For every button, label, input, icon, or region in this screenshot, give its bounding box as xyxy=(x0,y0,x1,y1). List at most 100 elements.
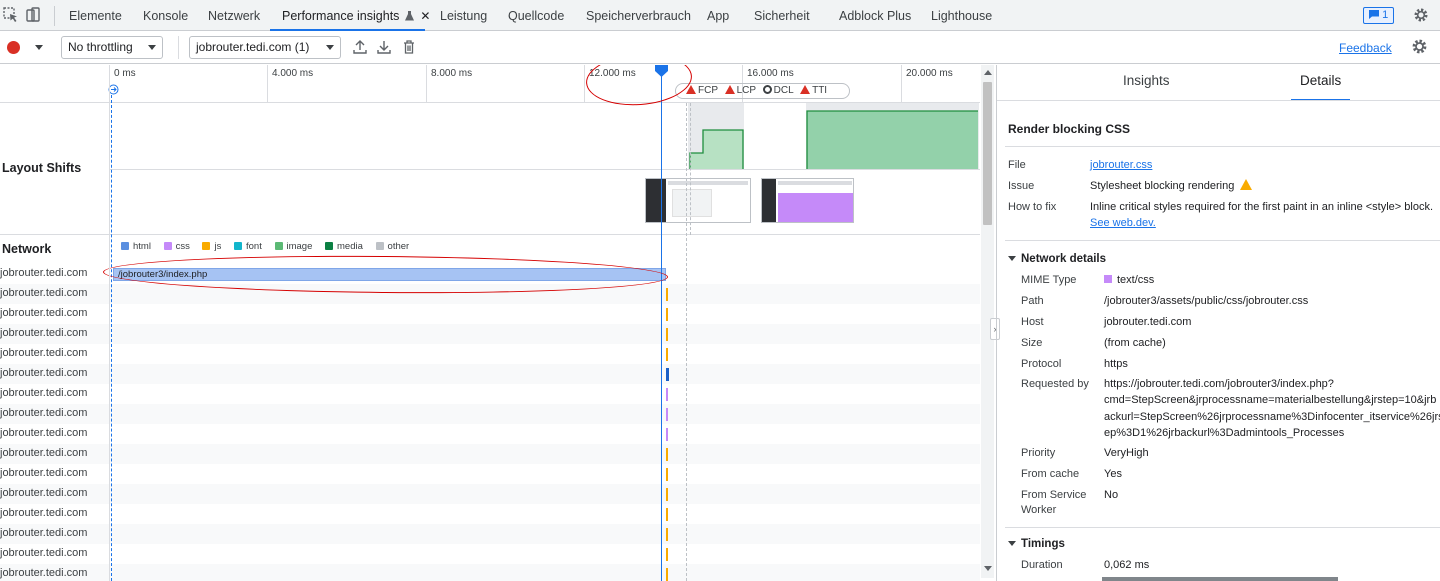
request-tick[interactable] xyxy=(666,428,668,441)
layout-shifts-track[interactable] xyxy=(0,103,980,235)
tab-insights[interactable]: Insights xyxy=(1123,65,1170,101)
table-row[interactable]: jobrouter.tedi.com xyxy=(0,524,980,544)
time-ruler[interactable]: 0 ms 4.000 ms 8.000 ms 12.000 ms 16.000 … xyxy=(0,65,980,103)
from-cache-value: Yes xyxy=(1104,468,1122,480)
performance-toolbar: No throttling jobrouter.tedi.com (1) Fee… xyxy=(0,31,1440,64)
table-row[interactable]: jobrouter.tedi.com xyxy=(0,464,980,484)
request-tick[interactable] xyxy=(666,368,669,381)
layout-shift-chart[interactable] xyxy=(688,103,980,169)
close-tab-icon[interactable]: ✕ xyxy=(420,9,430,23)
timeline-panel[interactable]: 0 ms 4.000 ms 8.000 ms 12.000 ms 16.000 … xyxy=(0,65,995,581)
settings-gear-icon[interactable] xyxy=(1413,7,1429,23)
legend-label: font xyxy=(246,241,262,252)
legend-item-other: other xyxy=(375,241,410,252)
request-tick[interactable] xyxy=(666,488,668,501)
table-row[interactable]: jobrouter.tedi.com xyxy=(0,504,980,524)
service-worker-label: From Service xyxy=(1021,489,1087,501)
fcp-label: FCP xyxy=(698,85,718,96)
table-row[interactable]: jobrouter.tedi.com xyxy=(0,344,980,364)
record-options-chevron-icon[interactable] xyxy=(35,45,43,50)
request-tick[interactable] xyxy=(666,408,668,421)
host-value: jobrouter.tedi.com xyxy=(1104,316,1192,328)
record-button[interactable] xyxy=(7,41,20,54)
request-tick[interactable] xyxy=(666,528,668,541)
tab-adblock-plus[interactable]: Adblock Plus xyxy=(839,0,911,31)
table-row[interactable]: jobrouter.tedi.com xyxy=(0,444,980,464)
sidebar-tab-divider xyxy=(997,100,1440,101)
legend-label: html xyxy=(133,241,151,252)
filmstrip-thumbnail[interactable] xyxy=(761,178,854,223)
ruler-tick: 20.000 ms xyxy=(901,65,953,103)
table-row[interactable]: jobrouter.tedi.com xyxy=(0,484,980,504)
delete-icon[interactable] xyxy=(401,39,417,55)
row-host: jobrouter.tedi.com xyxy=(0,547,88,559)
request-tick[interactable] xyxy=(666,568,668,581)
feedback-link[interactable]: Feedback xyxy=(1339,41,1392,55)
time-cursor-line xyxy=(661,73,662,581)
scroll-up-icon[interactable] xyxy=(984,70,992,75)
legend-item-html: html xyxy=(121,241,151,252)
web-dev-link[interactable]: See web.dev. xyxy=(1090,215,1156,231)
tab-app[interactable]: App xyxy=(707,0,729,31)
tab-quellcode[interactable]: Quellcode xyxy=(508,0,564,31)
table-row[interactable]: jobrouter.tedi.com xyxy=(0,304,980,324)
request-tick[interactable] xyxy=(666,348,668,361)
inspect-element-icon[interactable] xyxy=(3,7,19,23)
tab-performance-insights[interactable]: Performance insights ✕ xyxy=(270,0,430,31)
request-tick[interactable] xyxy=(666,328,668,341)
legend-label: other xyxy=(387,241,410,252)
issues-badge[interactable]: 1 xyxy=(1363,7,1395,24)
table-row[interactable]: jobrouter.tedi.com xyxy=(0,544,980,564)
host-label: Host xyxy=(1021,316,1044,328)
download-icon[interactable] xyxy=(376,39,392,55)
row-host: jobrouter.tedi.com xyxy=(0,447,88,459)
request-tick[interactable] xyxy=(666,388,668,401)
navigation-start-line xyxy=(111,95,112,581)
tab-lighthouse[interactable]: Lighthouse xyxy=(931,0,992,31)
network-details-header[interactable]: Network details xyxy=(1008,253,1106,265)
table-row[interactable]: jobrouter.tedi.com xyxy=(0,324,980,344)
request-tick[interactable] xyxy=(666,288,668,301)
recording-select[interactable]: jobrouter.tedi.com (1) xyxy=(189,36,341,59)
tab-konsole[interactable]: Konsole xyxy=(143,0,188,31)
device-toolbar-icon[interactable] xyxy=(25,7,41,23)
table-row[interactable]: jobrouter.tedi.com xyxy=(0,564,980,581)
row-host: jobrouter.tedi.com xyxy=(0,507,88,519)
tab-elemente[interactable]: Elemente xyxy=(69,0,122,31)
scrollbar-thumb[interactable] xyxy=(983,82,992,225)
table-row[interactable]: jobrouter.tedi.com xyxy=(0,424,980,444)
legend-label: image xyxy=(286,241,313,252)
throttling-value: No throttling xyxy=(68,40,133,54)
tab-performance-insights-label: Performance insights xyxy=(282,9,400,23)
request-tick[interactable] xyxy=(666,448,668,461)
request-tick[interactable] xyxy=(666,508,668,521)
request-tick[interactable] xyxy=(666,308,668,321)
legend-item-media: media xyxy=(325,241,363,252)
table-row[interactable]: jobrouter.tedi.com xyxy=(0,384,980,404)
size-label: Size xyxy=(1021,337,1043,349)
file-link[interactable]: jobrouter.css xyxy=(1090,157,1152,173)
capture-settings-gear-icon[interactable] xyxy=(1411,38,1428,55)
upload-icon[interactable] xyxy=(352,39,368,55)
requested-by-line: ackurl=StepScreen%26jrprocessname%3Dinfo… xyxy=(1104,411,1440,423)
experiment-flask-icon xyxy=(404,11,414,21)
request-tick[interactable] xyxy=(666,548,668,561)
scroll-down-icon[interactable] xyxy=(984,566,992,571)
row-host: jobrouter.tedi.com xyxy=(0,327,88,339)
tab-details[interactable]: Details xyxy=(1291,65,1351,101)
tab-speicherverbrauch[interactable]: Speicherverbrauch xyxy=(586,0,691,31)
request-tick[interactable] xyxy=(666,468,668,481)
tab-netzwerk[interactable]: Netzwerk xyxy=(208,0,260,31)
row-host: jobrouter.tedi.com xyxy=(0,527,88,539)
message-icon xyxy=(1369,10,1379,19)
expand-caret-icon xyxy=(1008,256,1016,261)
timings-header[interactable]: Timings xyxy=(1008,538,1065,550)
network-label: Network xyxy=(2,242,52,256)
table-row[interactable]: jobrouter.tedi.com xyxy=(0,404,980,424)
table-row[interactable]: jobrouter.tedi.com xyxy=(0,364,980,384)
path-label: Path xyxy=(1021,295,1044,307)
tab-leistung[interactable]: Leistung xyxy=(440,0,487,31)
priority-label: Priority xyxy=(1021,447,1056,459)
throttling-select[interactable]: No throttling xyxy=(61,36,163,59)
tab-sicherheit[interactable]: Sicherheit xyxy=(754,0,810,31)
